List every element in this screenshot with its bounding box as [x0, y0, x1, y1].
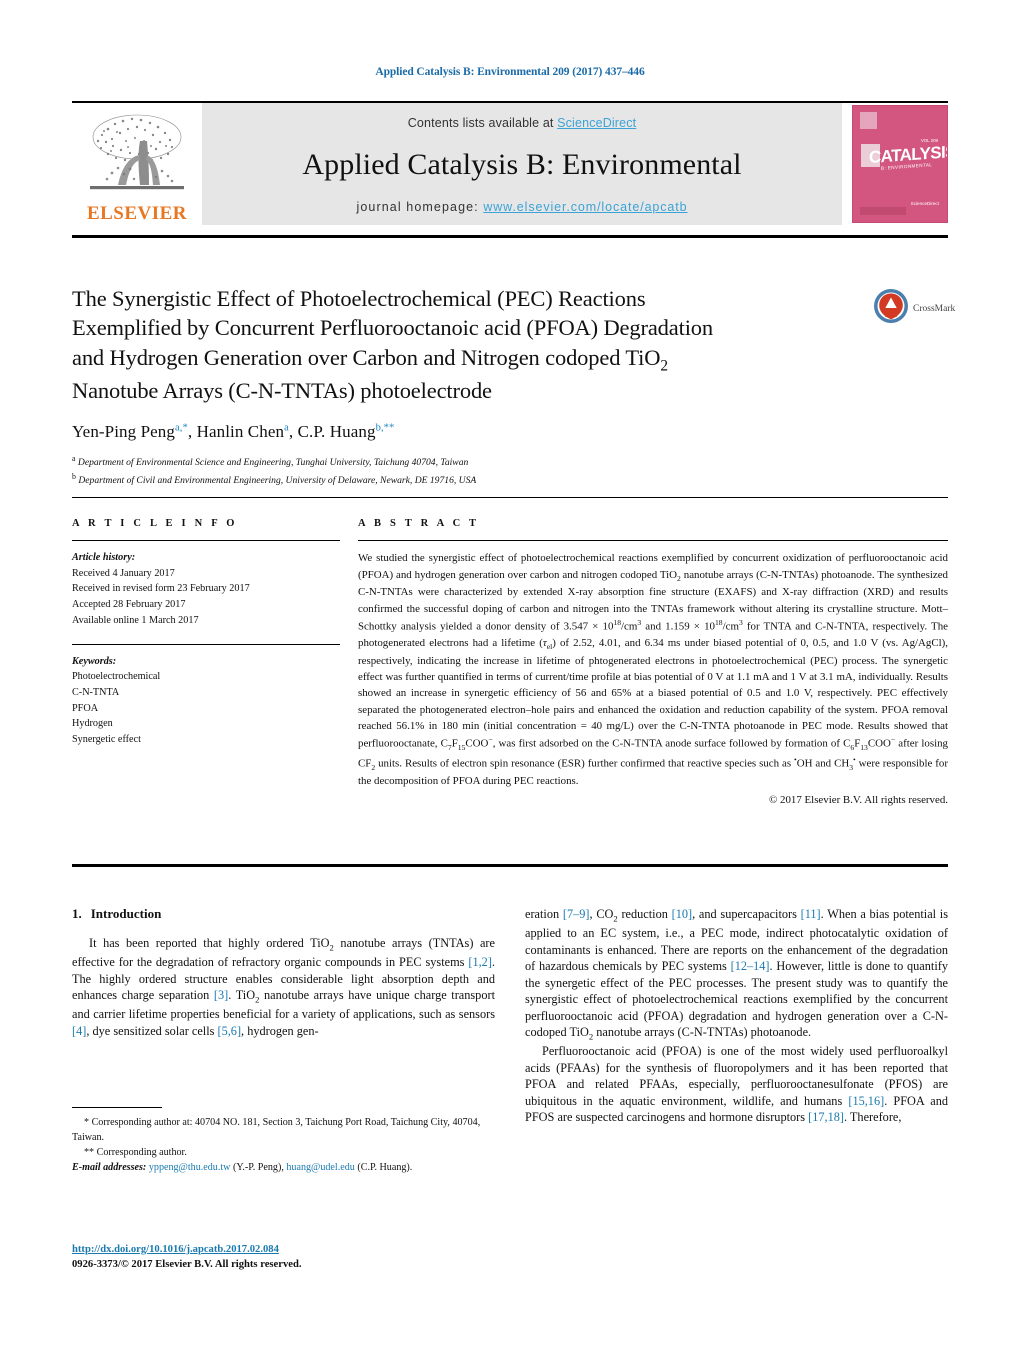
elsevier-logo: ELSEVIER [72, 103, 202, 225]
keyword-item: C-N-TNTA [72, 686, 120, 698]
contents-lists-line: Contents lists available at ScienceDirec… [408, 116, 636, 130]
title-block: The Synergistic Effect of Photoelectroch… [72, 284, 872, 489]
abstract-bottom-rule [72, 864, 948, 867]
author-1-name: Yen-Ping Peng [72, 422, 176, 442]
article-history-title: Article history: [72, 552, 136, 563]
keyword-item: Photoelectrochemical [72, 671, 161, 683]
journal-homepage-line: journal homepage: www.elsevier.com/locat… [357, 200, 688, 214]
abstract-heading: A B S T R A C T [358, 518, 480, 529]
author-3-name: C.P. Huang [297, 422, 376, 442]
affiliation-item: a Department of Environmental Science an… [72, 453, 872, 471]
info-abstract-section: A R T I C L E I N F O Article history: R… [72, 518, 948, 806]
footnote-corresponding-2: ** Corresponding author. [84, 1147, 187, 1159]
article-history-item: Available online 1 March 2017 [72, 614, 199, 626]
cover-volume-text: VOL 209 [920, 138, 938, 143]
cover-bottom-bar [860, 207, 906, 215]
keywords-title: Keywords: [72, 655, 117, 667]
affiliation-item: b Department of Civil and Environmental … [72, 471, 872, 489]
homepage-prefix: journal homepage: [356, 200, 484, 214]
author-3-affiliation-marker[interactable]: b,** [376, 422, 395, 433]
title-line-4: Nanotube Arrays (C-N-TNTAs) photoelectro… [72, 377, 492, 403]
author-1-affiliation-marker[interactable]: a,* [175, 422, 188, 433]
intro-paragraph-right-1: eration [7–9], CO2 reduction [10], and s… [525, 907, 949, 1042]
article-history-item: Received in revised form 23 February 201… [72, 583, 250, 595]
footnote-corresponding-1: * Corresponding author at: 40704 NO. 181… [72, 1117, 481, 1144]
title-line-2: Exemplified by Concurrent Perfluorooctan… [72, 315, 714, 341]
elsevier-wordmark: ELSEVIER [86, 203, 188, 224]
affiliation-marker-b: b [72, 471, 76, 481]
body-right-column: eration [7–9], CO2 reduction [10], and s… [525, 906, 948, 1126]
section-heading-introduction: 1. Introduction [72, 906, 495, 922]
author-separator-1: , [187, 422, 197, 442]
page-title: The Synergistic Effect of Photoelectroch… [72, 284, 872, 405]
affiliation-list: a Department of Environmental Science an… [72, 453, 872, 489]
doi-link[interactable]: http://dx.doi.org/10.1016/j.apcatb.2017.… [72, 1244, 279, 1255]
abstract-text: We studied the synergistic effect of pho… [358, 552, 948, 787]
issn-copyright-line: 0926-3373/© 2017 Elsevier B.V. All right… [72, 1259, 302, 1271]
keyword-item: Synergetic effect [72, 734, 141, 746]
author-separator-2: , [288, 422, 298, 442]
affiliation-text-b: Department of Civil and Environmental En… [78, 475, 477, 487]
article-history-item: Accepted 28 February 2017 [72, 599, 186, 611]
body-left-column: 1. Introduction It has been reported that… [72, 906, 495, 1126]
article-info-rule-mid [72, 643, 340, 645]
cover-sciencedirect-badge: ScienceDirect [910, 201, 939, 207]
abstract-rule [358, 540, 948, 542]
body-columns: 1. Introduction It has been reported that… [72, 906, 948, 1126]
footnote-rule [72, 1107, 162, 1108]
article-info-heading: A R T I C L E I N F O [72, 518, 238, 529]
author-2-name: Hanlin Chen [196, 422, 285, 442]
contents-prefix: Contents lists available at [407, 116, 558, 130]
header-bottom-rule [72, 235, 948, 238]
crossmark-badge[interactable]: CrossMark [873, 288, 965, 329]
affiliation-marker-a: a [72, 454, 76, 464]
author-list: Yen-Ping Penga,*, Hanlin Chena, C.P. Hua… [72, 422, 872, 442]
title-line-1: The Synergistic Effect of Photoelectroch… [72, 286, 646, 311]
footnote-block: * Corresponding author at: 40704 NO. 181… [72, 1107, 495, 1176]
title-subscript-2: 2 [660, 357, 668, 374]
keyword-item: Hydrogen [72, 718, 113, 730]
title-line-3: and Hydrogen Generation over Carbon and … [72, 344, 661, 370]
abstract-copyright: © 2017 Elsevier B.V. All rights reserved… [769, 794, 948, 807]
crossmark-icon [873, 288, 909, 329]
journal-homepage-link[interactable]: www.elsevier.com/locate/apcatb [483, 200, 687, 214]
keywords-group: Keywords: Photoelectrochemical C-N-TNTA … [72, 654, 340, 748]
article-history-group: Article history: Received 4 January 2017… [72, 550, 340, 629]
article-info-rule-top [72, 540, 340, 541]
authors-bottom-rule [72, 497, 948, 498]
crossmark-label: CrossMark [913, 303, 956, 314]
doi-block: http://dx.doi.org/10.1016/j.apcatb.2017.… [72, 1242, 502, 1273]
journal-cover-image: CATALYSIS B: ENVIRONMENTAL VOL 209 Scien… [852, 105, 948, 223]
section-title: Introduction [90, 906, 162, 921]
journal-header-center: Contents lists available at ScienceDirec… [202, 103, 842, 225]
footnote-emails: E-mail addresses: yppeng@thu.edu.tw (Y.-… [72, 1162, 413, 1174]
journal-cover-thumbnail: CATALYSIS B: ENVIRONMENTAL VOL 209 Scien… [852, 103, 948, 225]
journal-header-band: ELSEVIER Contents lists available at Sci… [72, 103, 948, 225]
article-info-column: A R T I C L E I N F O Article history: R… [72, 518, 340, 806]
journal-title: Applied Catalysis B: Environmental [302, 148, 742, 181]
elsevier-tree-icon [82, 111, 192, 203]
affiliation-text-a: Department of Environmental Science and … [77, 457, 469, 469]
intro-paragraph-left: It has been reported that highly ordered… [72, 936, 495, 1038]
paper-page: Applied Catalysis B: Environmental 209 (… [0, 0, 1020, 1351]
abstract-column: A B S T R A C T We studied the synergist… [340, 518, 948, 806]
article-history-item: Received 4 January 2017 [72, 567, 175, 579]
keyword-item: PFOA [72, 702, 99, 714]
sciencedirect-link[interactable]: ScienceDirect [557, 116, 636, 130]
running-head: Applied Catalysis B: Environmental 209 (… [375, 66, 645, 78]
cover-elsevier-logo-icon [860, 112, 877, 129]
intro-paragraph-right-2: Perfluorooctanoic acid (PFOA) is one of … [525, 1044, 948, 1125]
section-number: 1. [72, 906, 82, 921]
